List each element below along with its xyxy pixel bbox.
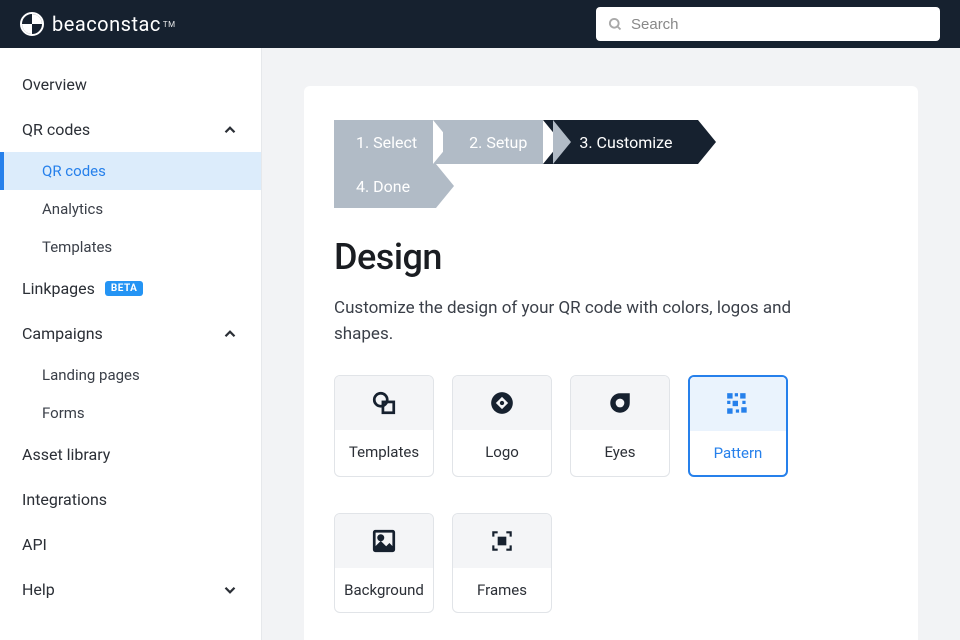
pattern-icon bbox=[690, 377, 786, 431]
sidebar-label: Help bbox=[22, 580, 55, 599]
sidebar-label: Campaigns bbox=[22, 324, 103, 343]
logo-icon bbox=[453, 376, 551, 430]
sidebar-sub-label: Landing pages bbox=[42, 366, 140, 384]
content-card: 1. Select 2. Setup 3. Customize 4. Done … bbox=[304, 86, 918, 640]
design-tool-grid: Templates Logo Eyes bbox=[334, 375, 888, 613]
brand-name: beaconstac bbox=[52, 12, 161, 36]
page-title: Design bbox=[334, 236, 888, 278]
step-done[interactable]: 4. Done bbox=[334, 164, 436, 208]
brand-logo: beaconstacTM bbox=[20, 12, 176, 36]
sidebar-sub-analytics[interactable]: Analytics bbox=[0, 190, 261, 228]
step-label: 1. Select bbox=[356, 133, 417, 152]
sidebar-sub-landing-pages[interactable]: Landing pages bbox=[0, 356, 261, 394]
page-subtitle: Customize the design of your QR code wit… bbox=[334, 296, 854, 347]
sidebar-sub-label: Forms bbox=[42, 404, 85, 422]
sidebar-item-overview[interactable]: Overview bbox=[0, 62, 261, 107]
sidebar-item-api[interactable]: API bbox=[0, 522, 261, 567]
tool-label: Templates bbox=[349, 443, 419, 461]
tool-label: Frames bbox=[477, 581, 527, 599]
brand-icon bbox=[20, 12, 44, 36]
sidebar-label: Asset library bbox=[22, 445, 110, 464]
tool-label: Logo bbox=[485, 443, 519, 461]
background-icon bbox=[335, 514, 433, 568]
chevron-up-icon bbox=[221, 121, 239, 139]
tool-label: Pattern bbox=[714, 444, 763, 462]
sidebar-sub-templates[interactable]: Templates bbox=[0, 228, 261, 266]
tool-eyes[interactable]: Eyes bbox=[570, 375, 670, 477]
step-label: 3. Customize bbox=[579, 133, 672, 152]
sidebar-label: Overview bbox=[22, 75, 87, 94]
wizard-steps: 1. Select 2. Setup 3. Customize 4. Done bbox=[334, 120, 888, 208]
sidebar-item-linkpages[interactable]: Linkpages BETA bbox=[0, 266, 261, 311]
templates-icon bbox=[335, 376, 433, 430]
eyes-icon bbox=[571, 376, 669, 430]
sidebar-label: API bbox=[22, 535, 47, 554]
sidebar-sub-label: Templates bbox=[42, 238, 112, 256]
sidebar-label: Integrations bbox=[22, 490, 107, 509]
chevron-down-icon bbox=[221, 581, 239, 599]
frames-icon bbox=[453, 514, 551, 568]
top-bar: beaconstacTM bbox=[0, 0, 960, 48]
step-label: 4. Done bbox=[356, 177, 410, 196]
tool-label: Eyes bbox=[604, 443, 635, 461]
tool-frames[interactable]: Frames bbox=[452, 513, 552, 613]
search-icon bbox=[608, 17, 623, 32]
search-input[interactable] bbox=[631, 16, 928, 33]
sidebar-label: QR codes bbox=[22, 120, 90, 139]
tool-logo[interactable]: Logo bbox=[452, 375, 552, 477]
sidebar-label: Linkpages bbox=[22, 279, 95, 298]
tool-label: Background bbox=[344, 581, 424, 599]
step-label: 2. Setup bbox=[469, 133, 527, 152]
chevron-up-icon bbox=[221, 325, 239, 343]
sidebar-sub-forms[interactable]: Forms bbox=[0, 394, 261, 432]
sidebar-item-asset-library[interactable]: Asset library bbox=[0, 432, 261, 477]
tool-background[interactable]: Background bbox=[334, 513, 434, 613]
sidebar: Overview QR codes QR codes Analytics Tem… bbox=[0, 48, 262, 640]
sidebar-item-help[interactable]: Help bbox=[0, 567, 261, 612]
step-select[interactable]: 1. Select bbox=[334, 120, 443, 164]
search-container bbox=[596, 7, 940, 41]
sidebar-sub-label: Analytics bbox=[42, 200, 103, 218]
brand-tm: TM bbox=[163, 20, 176, 29]
main-content: 1. Select 2. Setup 3. Customize 4. Done … bbox=[262, 48, 960, 640]
sidebar-item-campaigns[interactable]: Campaigns bbox=[0, 311, 261, 356]
sidebar-sub-label: QR codes bbox=[42, 162, 106, 180]
sidebar-item-integrations[interactable]: Integrations bbox=[0, 477, 261, 522]
search-box[interactable] bbox=[596, 7, 940, 41]
sidebar-item-qr-codes[interactable]: QR codes bbox=[0, 107, 261, 152]
sidebar-sub-qr-codes[interactable]: QR codes bbox=[0, 152, 261, 190]
tool-pattern[interactable]: Pattern bbox=[688, 375, 788, 477]
tool-templates[interactable]: Templates bbox=[334, 375, 434, 477]
beta-badge: BETA bbox=[105, 281, 144, 296]
